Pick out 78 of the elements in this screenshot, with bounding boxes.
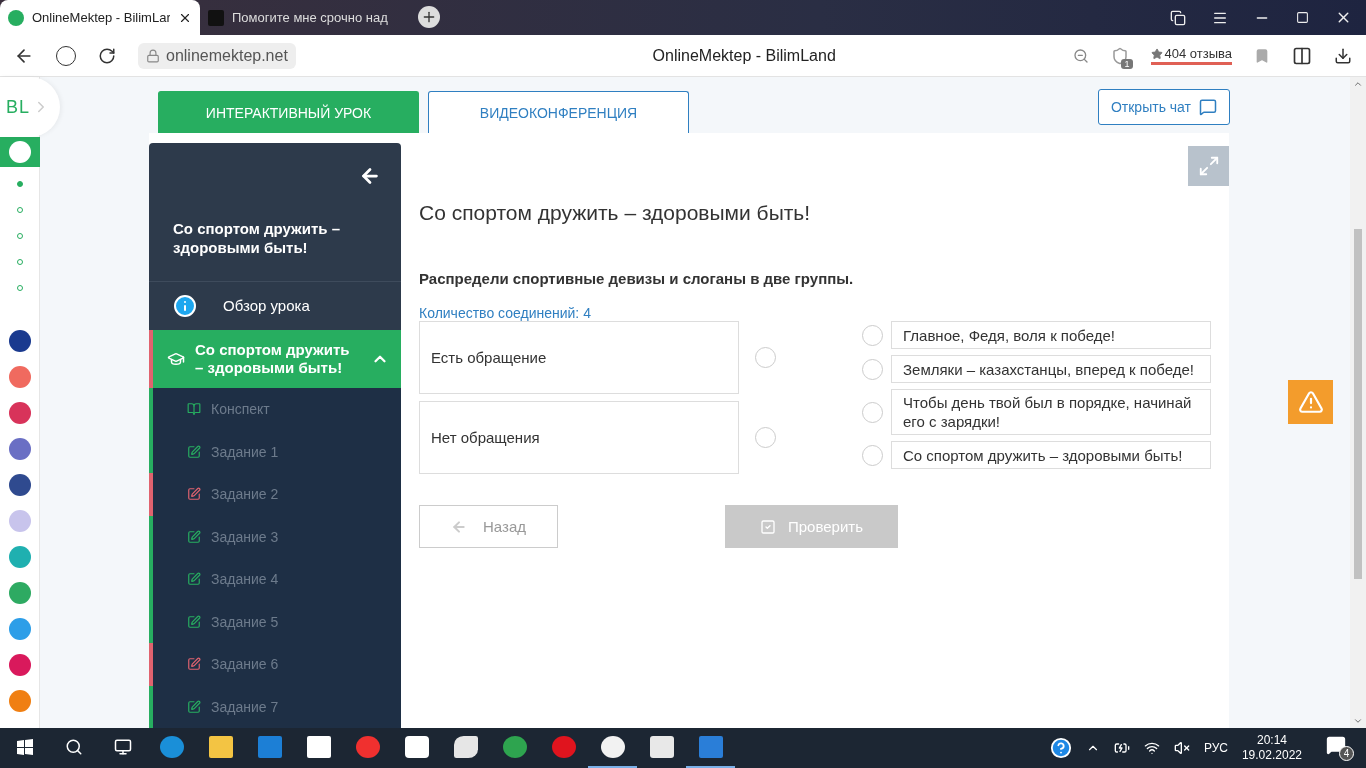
nav-dot[interactable] [16, 285, 23, 291]
star-icon [1150, 47, 1163, 60]
app-icon[interactable] [8, 402, 31, 424]
info-icon [173, 293, 197, 318]
slogan-card[interactable]: Земляки – казахстанцы, вперед к победе! [891, 355, 1211, 383]
reviews-link[interactable]: 404 отзыва [1150, 46, 1232, 65]
browser-tab[interactable]: OnlineMektep - BilimLar [0, 0, 200, 35]
address-field[interactable]: onlinemektep.net [138, 42, 296, 69]
browser-tab[interactable]: Помогите мне срочно над [200, 0, 400, 35]
task-item[interactable]: Задание 4 [149, 558, 401, 601]
task-item[interactable]: Конспект [149, 388, 401, 431]
help-icon[interactable] [1049, 737, 1072, 759]
arrow-left-icon [451, 518, 467, 535]
scrollbar-thumb[interactable] [1354, 229, 1362, 579]
sidebar-icon[interactable] [1292, 45, 1312, 66]
zoom-icon[interactable] [1072, 47, 1089, 64]
nav-dot[interactable] [16, 233, 23, 239]
checkbox-icon [760, 518, 776, 535]
instruction-text: Распредели спортивные девизы и слоганы в две группы. [419, 270, 855, 287]
favicon-icon [8, 9, 24, 26]
logo[interactable]: BL [0, 77, 60, 137]
app-icon[interactable] [8, 654, 31, 676]
battery-icon[interactable] [1113, 740, 1130, 756]
task-item[interactable]: Задание 2 [149, 473, 401, 516]
task-title: Со спортом дружить – здоровыми быть! [419, 201, 812, 225]
restore-icon[interactable] [1296, 11, 1309, 24]
edit-icon [187, 487, 201, 502]
nav-dot[interactable] [16, 181, 23, 187]
edit-icon [187, 614, 201, 629]
scroll-down-icon[interactable] [1353, 716, 1363, 726]
lesson-tab[interactable]: ИНТЕРАКТИВНЫЙ УРОК [158, 91, 419, 133]
rail-tile[interactable] [0, 137, 40, 167]
windows-icon [16, 739, 33, 755]
edit-icon [187, 529, 201, 544]
back-button[interactable]: Назад [419, 505, 558, 548]
nav-dot[interactable] [16, 259, 23, 265]
edit-icon [187, 657, 201, 672]
collections-icon[interactable] [1170, 9, 1186, 26]
slogan-card[interactable]: Чтобы день твой был в порядке, начинай его с зарядки! [891, 389, 1211, 435]
chat-icon [1199, 98, 1217, 116]
group-card[interactable]: Есть обращение [419, 321, 739, 394]
edit-icon [187, 699, 201, 714]
edit-icon [187, 444, 201, 459]
download-icon[interactable] [1334, 46, 1352, 65]
reload-icon[interactable] [98, 46, 116, 65]
lesson-tab[interactable]: ВИДЕОКОНФЕРЕНЦИЯ [428, 91, 689, 133]
page-title: OnlineMektep - BilimLand [651, 46, 837, 65]
app-icon[interactable] [8, 330, 31, 352]
wifi-icon[interactable] [1143, 740, 1160, 756]
book-icon [187, 402, 201, 417]
app-icon[interactable] [8, 474, 31, 496]
clock[interactable]: 20:14 19.02.2022 [1241, 733, 1302, 763]
slogan-card[interactable]: Со спортом дружить – здоровыми быть! [891, 441, 1211, 469]
favicon-icon [208, 9, 224, 26]
group-card[interactable]: Нет обращения [419, 401, 739, 474]
connection-count: Количество соединений: 4 [419, 305, 592, 321]
task-item[interactable]: Задание 1 [149, 430, 401, 473]
new-tab-button[interactable] [418, 6, 440, 28]
slogan-card[interactable]: Главное, Федя, воля к победе! [891, 321, 1211, 349]
mute-icon[interactable] [1173, 740, 1190, 756]
task-item[interactable]: Задание 6 [149, 643, 401, 686]
warning-icon [1297, 389, 1324, 415]
open-chat-button[interactable]: Открыть чат [1097, 89, 1230, 125]
task-item[interactable]: Задание 7 [149, 685, 401, 728]
lesson-title: Со спортом дружить – здоровыми быть! [173, 218, 341, 257]
section-item[interactable]: Со спортом дружить – здоровыми быть! [149, 329, 401, 388]
expand-icon [1197, 155, 1220, 177]
task-item[interactable]: Задание 3 [149, 515, 401, 558]
back-arrow-icon[interactable] [359, 165, 381, 187]
task-item[interactable]: Задание 5 [149, 600, 401, 643]
plus-icon [421, 9, 437, 25]
lock-icon [146, 48, 160, 63]
scroll-up-icon[interactable] [1353, 79, 1363, 89]
overview-item[interactable]: Обзор урока [149, 281, 401, 330]
edit-icon [187, 572, 201, 587]
language-indicator[interactable]: РУС [1203, 741, 1228, 755]
nav-dot[interactable] [16, 207, 23, 213]
app-icon[interactable] [8, 438, 31, 460]
